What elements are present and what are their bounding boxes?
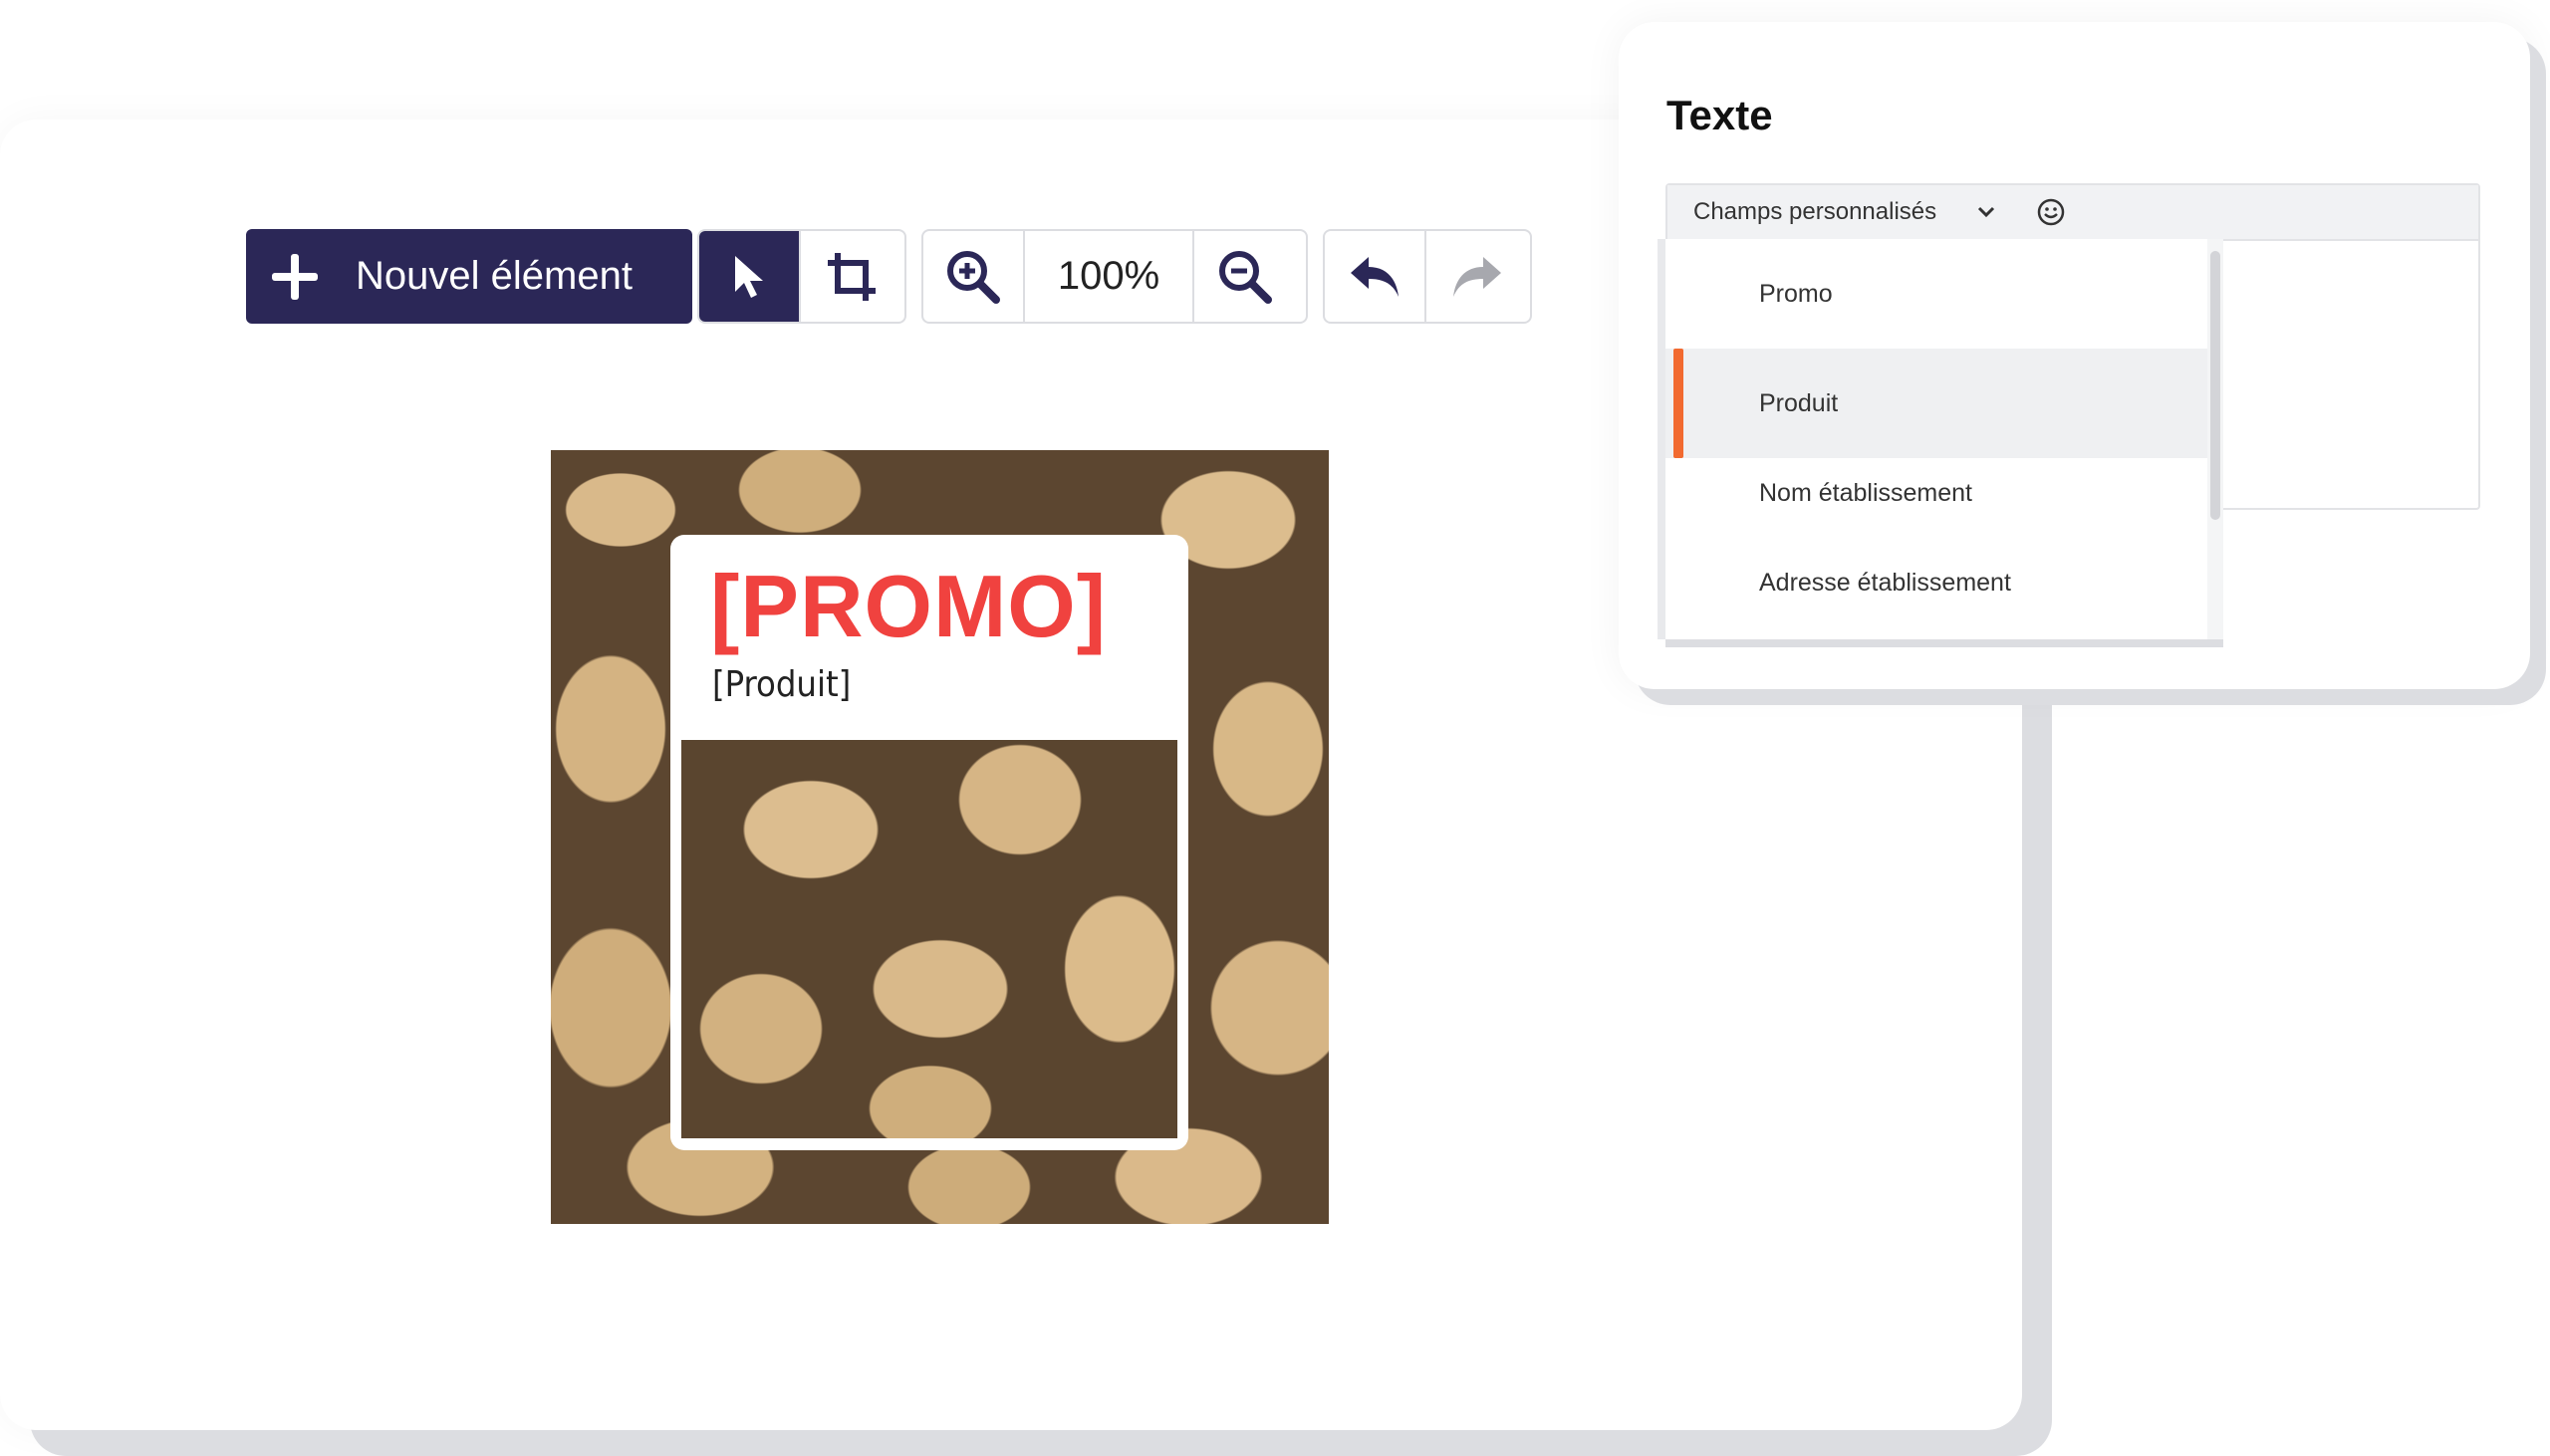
menu-item-adresse-etablissement[interactable]: Adresse établissement [1665, 528, 2207, 637]
text-panel: Texte Champs personnalisés Promo Produit… [1619, 22, 2530, 689]
new-element-label: Nouvel élément [356, 254, 633, 298]
zoom-tools: 100% [921, 229, 1308, 324]
promo-title[interactable]: [PROMO] [710, 563, 1107, 650]
promo-card[interactable]: [PROMO] [Produit] [670, 535, 1188, 1150]
zoom-in-icon [947, 250, 1000, 304]
editor-toolbar: Champs personnalisés [1667, 185, 2478, 241]
product-placeholder[interactable]: [Produit] [712, 664, 851, 705]
redo-button[interactable] [1426, 231, 1528, 322]
panel-title: Texte [1666, 92, 1773, 138]
crop-icon [828, 252, 876, 301]
custom-fields-dropdown[interactable]: Champs personnalisés [1693, 198, 1936, 226]
menu-scrollbar[interactable] [2207, 239, 2223, 639]
new-element-button[interactable]: Nouvel élément [246, 229, 692, 324]
selection-tools [697, 229, 906, 324]
plus-icon [272, 253, 318, 300]
custom-fields-menu: Promo Produit Nom établissement Adresse … [1665, 239, 2223, 639]
redo-icon [1453, 256, 1501, 297]
crop-tool-button[interactable] [801, 231, 902, 322]
zoom-level: 100% [1025, 231, 1194, 322]
select-tool-button[interactable] [699, 231, 801, 322]
zoom-in-button[interactable] [923, 231, 1025, 322]
history-tools [1323, 229, 1532, 324]
menu-item-promo[interactable]: Promo [1665, 239, 2207, 349]
chevron-down-icon[interactable] [1976, 205, 1996, 219]
emoji-icon[interactable] [2036, 197, 2066, 227]
undo-icon [1351, 256, 1399, 297]
cursor-icon [735, 255, 763, 298]
zoom-out-icon [1219, 250, 1272, 304]
zoom-out-button[interactable] [1194, 231, 1296, 322]
scrollbar-thumb[interactable] [2210, 251, 2220, 520]
undo-button[interactable] [1325, 231, 1426, 322]
product-photo[interactable] [681, 740, 1177, 1138]
poster-canvas[interactable]: [PROMO] [Produit] [551, 450, 1329, 1224]
